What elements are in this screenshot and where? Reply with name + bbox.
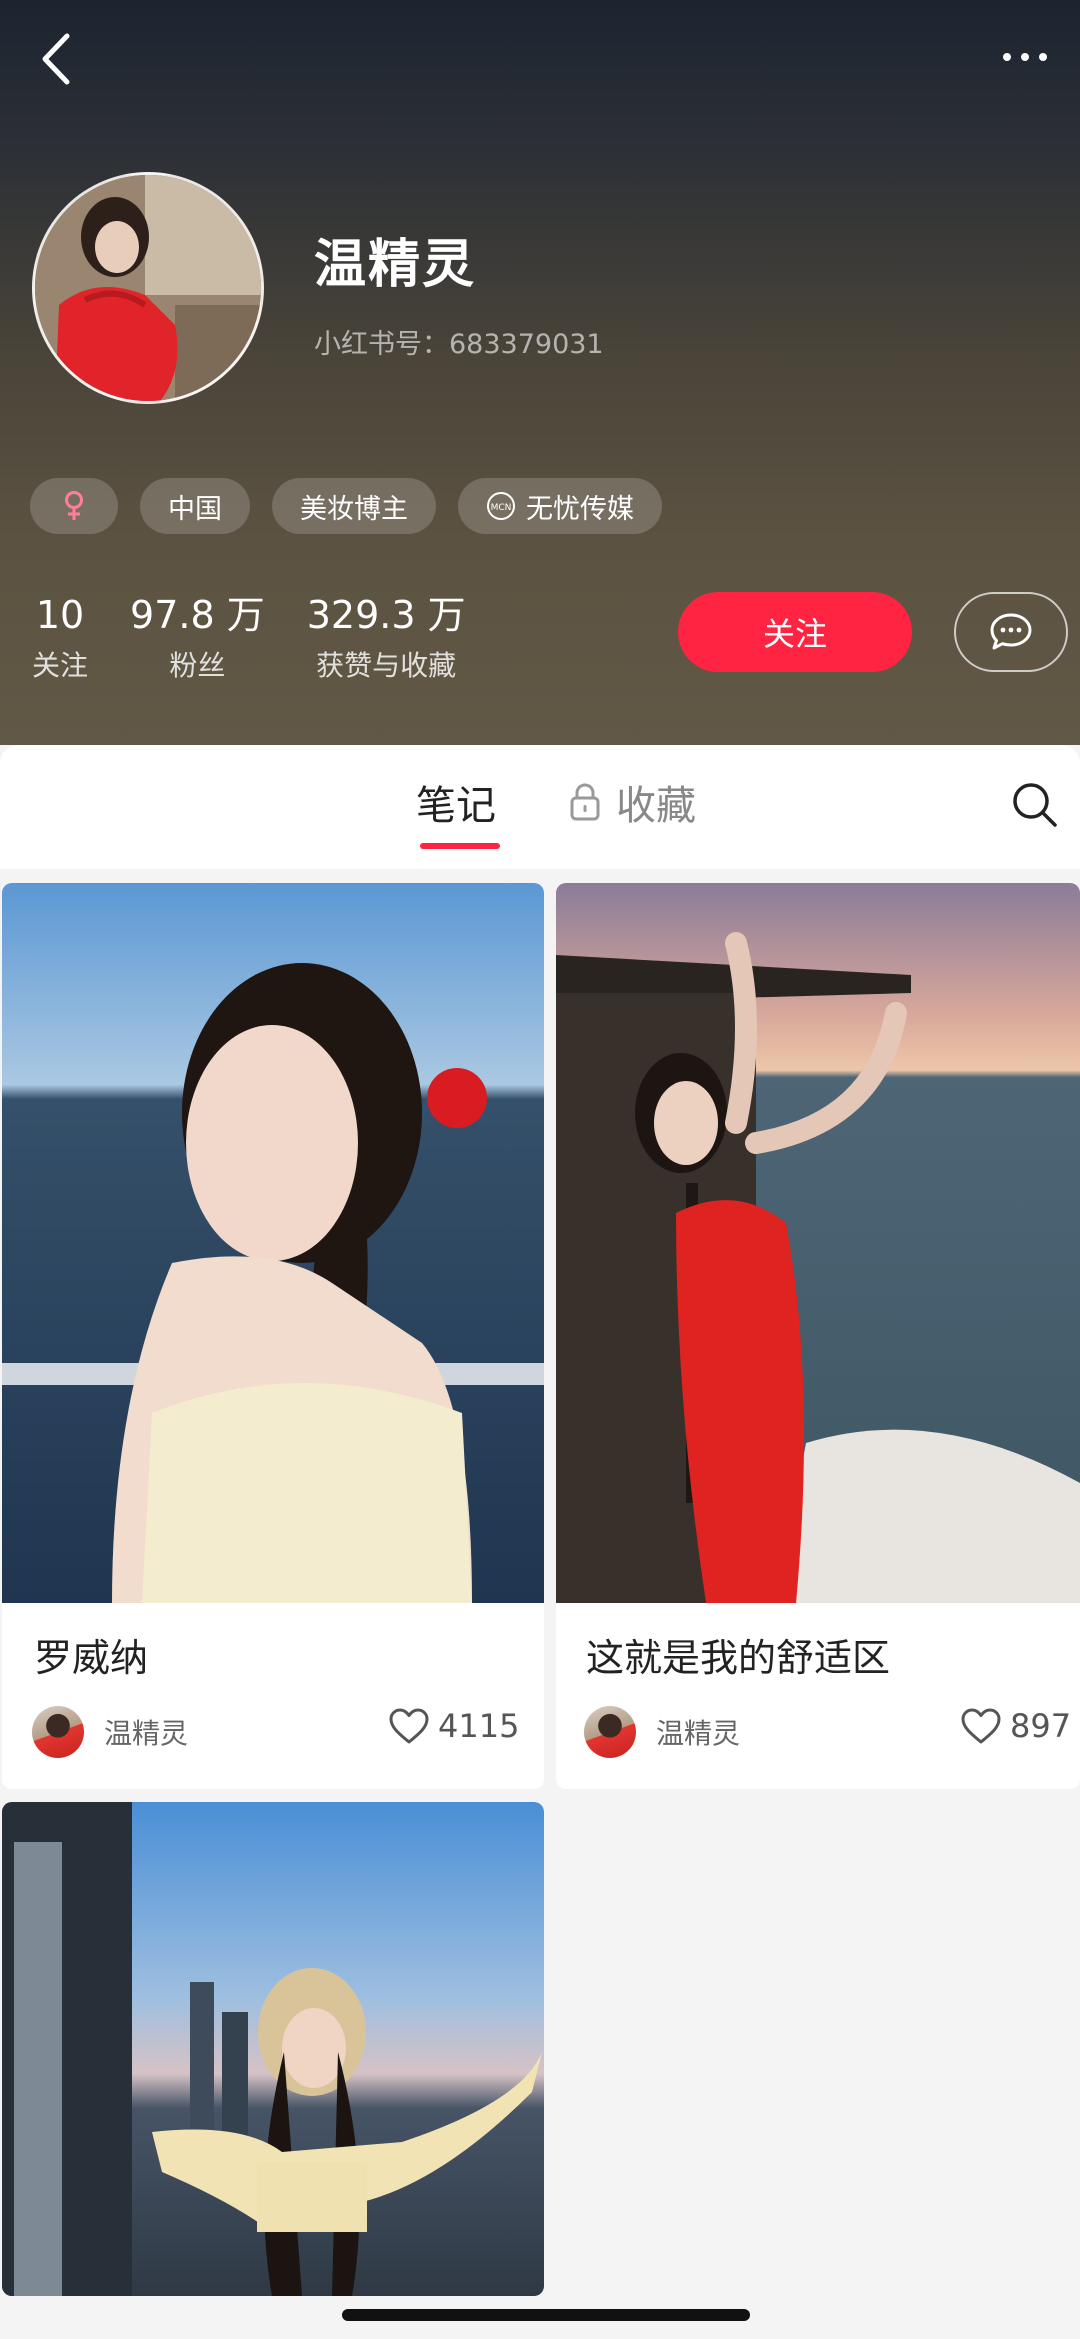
lock-icon [570, 783, 600, 821]
author-avatar [32, 1706, 84, 1758]
author-name: 温精灵 [656, 1717, 741, 1750]
stat-following-label: 关注 [32, 649, 89, 682]
note-title: 罗威纳 [34, 1636, 149, 1680]
author-name: 温精灵 [104, 1717, 189, 1750]
content-tabs: 笔记 收藏 [0, 745, 1080, 869]
like-count: 4115 [438, 1707, 520, 1745]
stat-followers-label: 粉丝 [169, 649, 226, 682]
stat-likes-label: 获赞与收藏 [316, 649, 457, 682]
like-button[interactable]: 4115 [388, 1707, 519, 1745]
search-button[interactable] [1010, 780, 1060, 830]
svg-text:MCN: MCN [491, 503, 512, 513]
note-card[interactable]: 这就是我的舒适区 温精灵 897 [556, 883, 1080, 1789]
stat-followers-value: 97.8 万 [130, 593, 265, 637]
stat-following[interactable]: 10 关注 [32, 588, 88, 684]
note-cover-image [2, 883, 544, 1603]
location-tag-label: 中国 [168, 493, 222, 525]
female-icon [65, 491, 83, 520]
like-button[interactable]: 897 [960, 1707, 1071, 1745]
stat-followers[interactable]: 97.8 万 粉丝 [130, 588, 265, 684]
more-dot-icon [1039, 53, 1047, 61]
note-author[interactable]: 温精灵 [584, 1706, 740, 1758]
note-author[interactable]: 温精灵 [32, 1706, 188, 1758]
active-tab-indicator [420, 843, 500, 849]
stat-likes-value: 329.3 万 [306, 593, 466, 637]
mcn-tag-label: 无忧传媒 [526, 493, 634, 525]
note-card[interactable] [2, 1802, 544, 2296]
mcn-tag[interactable]: MCN 无忧传媒 [458, 478, 662, 534]
back-button[interactable] [26, 24, 86, 94]
user-id[interactable]: 小红书号：683379031 [314, 322, 604, 361]
tab-notes-label: 笔记 [416, 783, 496, 829]
note-title: 这就是我的舒适区 [586, 1636, 891, 1680]
note-cover-image [2, 1802, 544, 2296]
heart-icon [389, 1708, 429, 1744]
stat-likes[interactable]: 329.3 万 获赞与收藏 [307, 588, 466, 684]
avatar-image [35, 175, 261, 401]
avatar[interactable] [32, 172, 264, 404]
location-tag: 中国 [140, 478, 250, 534]
profile-stats: 10 关注 97.8 万 粉丝 329.3 万 获赞与收藏 [32, 588, 466, 684]
profile-tags: 中国 美妆博主 MCN 无忧传媒 [30, 478, 662, 534]
like-count: 897 [1010, 1707, 1072, 1745]
tab-collections[interactable]: 收藏 [568, 773, 696, 831]
author-avatar [584, 1706, 636, 1758]
profile-page: 温精灵 小红书号：683379031 中国 美妆博主 MCN 无忧传媒 10 关… [0, 0, 1080, 2339]
heart-icon [961, 1708, 1001, 1744]
stat-following-value: 10 [35, 593, 85, 637]
chat-bubble-icon [990, 613, 1032, 650]
search-icon [1013, 783, 1057, 827]
nickname: 温精灵 [314, 235, 477, 295]
mcn-icon: MCN [486, 491, 516, 521]
chevron-left-icon [42, 33, 70, 85]
more-button[interactable] [990, 30, 1060, 84]
note-card[interactable]: 罗威纳 温精灵 4115 [2, 883, 544, 1789]
tab-notes[interactable]: 笔记 [416, 773, 496, 831]
profile-header: 温精灵 小红书号：683379031 中国 美妆博主 MCN 无忧传媒 10 关… [0, 0, 1080, 745]
more-dot-icon [1003, 53, 1011, 61]
category-tag: 美妆博主 [272, 478, 436, 534]
more-dot-icon [1021, 53, 1029, 61]
category-tag-label: 美妆博主 [300, 493, 408, 525]
tab-collections-label: 收藏 [616, 783, 696, 829]
follow-button[interactable]: 关注 [678, 592, 912, 672]
gender-tag [30, 478, 118, 534]
note-cover-image [556, 883, 1080, 1603]
message-button[interactable] [954, 592, 1068, 672]
home-indicator [342, 2309, 750, 2321]
